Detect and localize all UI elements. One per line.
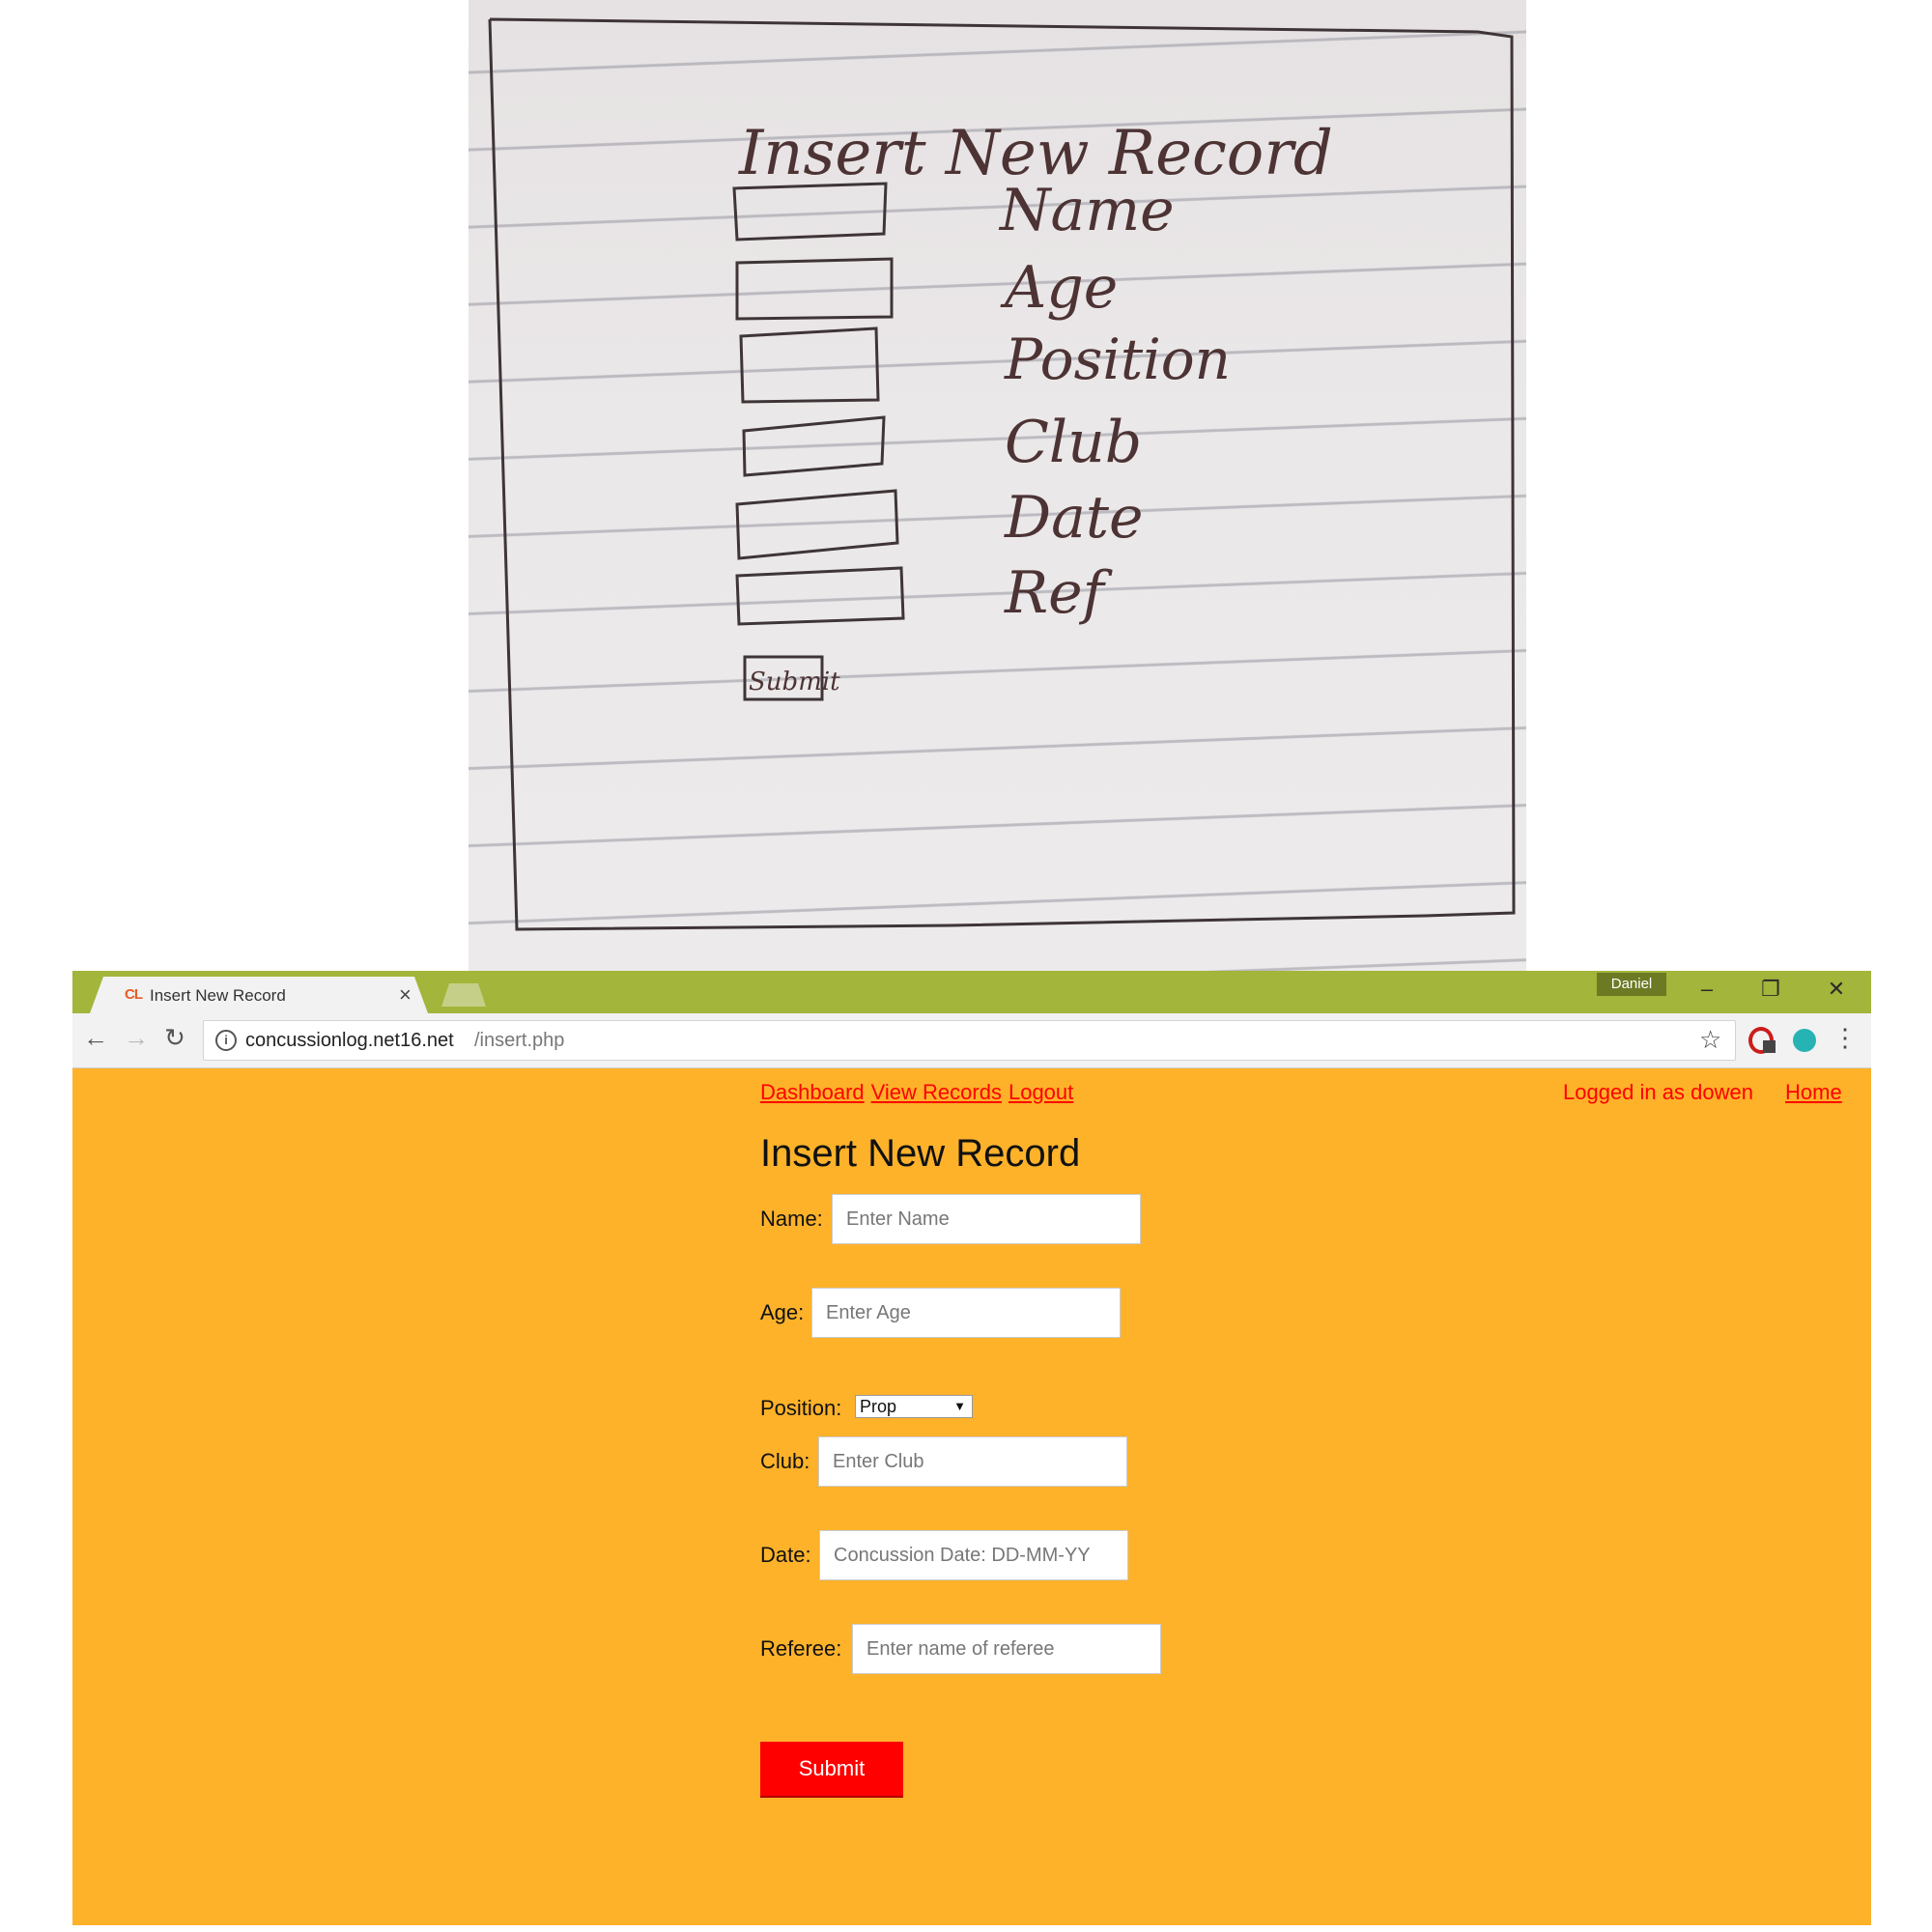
url-host: concussionlog.net16.net xyxy=(245,1030,454,1051)
sketch-box-age xyxy=(735,257,894,321)
nav-view-records-link[interactable]: View Records xyxy=(871,1080,1002,1104)
referee-label: Referee: xyxy=(760,1636,842,1661)
dropdown-arrow-icon: ▼ xyxy=(953,1399,966,1413)
teal-extension-icon[interactable] xyxy=(1793,1029,1816,1052)
sketch-label-date: Date xyxy=(1004,484,1144,552)
sketch-label-age: Age xyxy=(1000,254,1118,322)
position-selected-value: Prop xyxy=(860,1397,897,1416)
forward-arrow-icon[interactable]: → xyxy=(119,1023,154,1053)
top-nav: Dashboard View Records Logout xyxy=(760,1080,1080,1105)
close-tab-icon[interactable]: × xyxy=(399,982,412,1008)
page-content: Dashboard View Records Logout Logged in as… xyxy=(72,1068,1871,1925)
submit-button[interactable]: Submit xyxy=(760,1742,903,1796)
extension-badge xyxy=(1763,1040,1776,1053)
favicon-icon: CL xyxy=(125,986,143,1003)
club-input[interactable] xyxy=(818,1436,1127,1487)
tab-insert-new-record[interactable]: CL Insert New Record × xyxy=(90,977,428,1013)
profile-badge[interactable]: Daniel xyxy=(1597,973,1666,996)
position-select[interactable]: Prop ▼ xyxy=(855,1395,973,1418)
bookmark-star-icon[interactable]: ☆ xyxy=(1699,1025,1721,1055)
sketch-label-ref: Ref xyxy=(1004,559,1114,627)
address-bar[interactable]: i concussionlog.net16.net /insert.php ☆ xyxy=(203,1020,1736,1061)
position-label: Position: xyxy=(760,1396,842,1420)
sketch-box-club xyxy=(742,415,886,477)
sketch-box-date xyxy=(735,489,899,560)
minimize-icon[interactable]: – xyxy=(1688,977,1726,1002)
reload-icon[interactable]: ↻ xyxy=(157,1023,192,1053)
sketch-box-ref xyxy=(735,566,905,626)
tab-strip: CL Insert New Record × Daniel – ❐ ✕ xyxy=(72,971,1871,1013)
date-input[interactable] xyxy=(819,1530,1128,1580)
name-input[interactable] xyxy=(832,1194,1141,1244)
club-label: Club: xyxy=(760,1449,810,1473)
sketch-box-name xyxy=(732,182,888,242)
sketch-drawing: Insert New Record Name Age Position Club… xyxy=(488,17,1516,931)
page-title: Insert New Record xyxy=(760,1132,1081,1175)
restore-icon[interactable]: ❐ xyxy=(1751,977,1790,1002)
nav-logout-link[interactable]: Logout xyxy=(1009,1080,1073,1104)
date-label: Date: xyxy=(760,1543,811,1567)
browser-toolbar: ← → ↻ i concussionlog.net16.net /insert.… xyxy=(72,1013,1871,1068)
sketch-label-club: Club xyxy=(1005,409,1142,476)
kebab-menu-icon[interactable]: ⋮ xyxy=(1833,1023,1858,1053)
wireframe-sketch-photo: Insert New Record Name Age Position Club… xyxy=(469,0,1526,971)
age-input[interactable] xyxy=(811,1288,1121,1338)
nav-dashboard-link[interactable]: Dashboard xyxy=(760,1080,865,1104)
sketch-label-position: Position xyxy=(1004,327,1231,392)
window-close-icon[interactable]: ✕ xyxy=(1817,977,1856,1002)
login-status: Logged in as dowen xyxy=(1563,1080,1753,1104)
info-icon[interactable]: i xyxy=(215,1030,237,1051)
sketch-submit-label: Submit xyxy=(749,668,840,696)
tab-title: Insert New Record xyxy=(150,986,286,1005)
referee-input[interactable] xyxy=(852,1624,1161,1674)
age-label: Age: xyxy=(760,1300,805,1324)
name-label: Name: xyxy=(760,1207,823,1231)
new-tab-button[interactable] xyxy=(441,983,486,1007)
sketch-label-name: Name xyxy=(998,177,1175,244)
browser-window: CL Insert New Record × Daniel – ❐ ✕ ← → … xyxy=(72,971,1871,1925)
url-path: /insert.php xyxy=(474,1030,565,1051)
sketch-box-position xyxy=(739,327,880,404)
back-arrow-icon[interactable]: ← xyxy=(78,1023,113,1053)
home-link[interactable]: Home xyxy=(1785,1080,1842,1105)
